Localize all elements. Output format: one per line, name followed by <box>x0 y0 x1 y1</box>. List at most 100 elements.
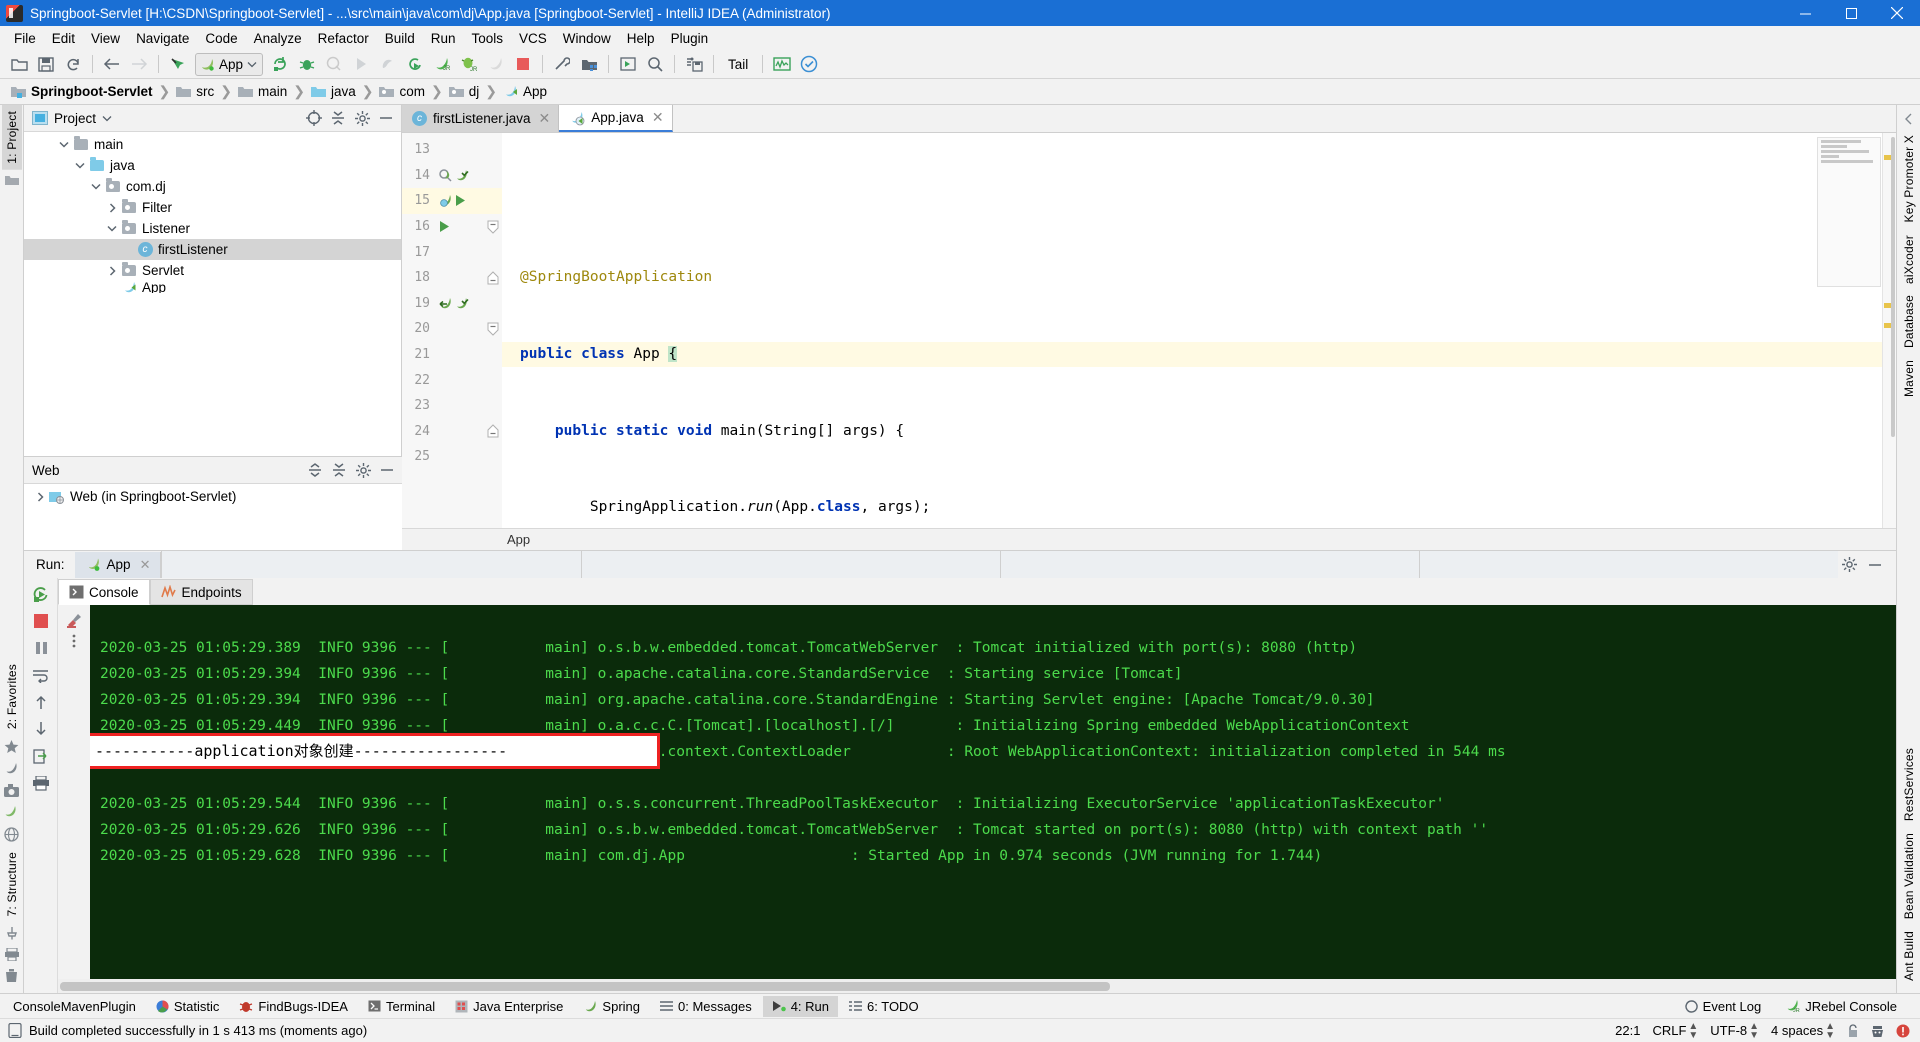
encoding-selector[interactable]: UTF-8 ▲ ▼ <box>1710 1021 1759 1040</box>
tree-item-filter[interactable]: Filter <box>24 197 401 218</box>
run-configuration-selector[interactable]: App <box>195 52 264 76</box>
open-project-icon[interactable] <box>6 52 32 76</box>
toolwindow-run[interactable]: 4: Run <box>762 995 839 1017</box>
menu-vcs[interactable]: VCS <box>511 29 555 48</box>
run-method-gutter-icon[interactable] <box>438 220 451 233</box>
tail-button[interactable]: Tail <box>720 57 756 72</box>
chevron-down-icon[interactable] <box>104 221 120 237</box>
settings-dots-icon[interactable] <box>71 633 77 650</box>
menu-view[interactable]: View <box>83 29 128 48</box>
collapse-all-icon[interactable] <box>327 108 349 128</box>
fold-marker-icon[interactable] <box>484 322 502 336</box>
lock-icon[interactable] <box>1847 1023 1859 1038</box>
chevron-down-icon[interactable] <box>72 158 88 174</box>
tree-item-app[interactable]: App <box>24 281 401 293</box>
editor-breadcrumb[interactable]: App <box>402 528 1896 550</box>
fold-marker-icon[interactable] <box>484 220 502 234</box>
code-text-area[interactable]: @SpringBootApplication public class App … <box>502 133 1882 528</box>
chevron-right-icon[interactable] <box>32 489 48 505</box>
maximize-button[interactable] <box>1828 0 1874 26</box>
menu-file[interactable]: File <box>6 29 44 48</box>
pin-icon[interactable] <box>5 926 19 940</box>
tree-item-main[interactable]: main <box>24 134 401 155</box>
chevron-down-icon[interactable] <box>88 179 104 195</box>
pause-button[interactable] <box>28 636 54 660</box>
scroll-from-source-icon[interactable] <box>303 108 325 128</box>
clear-all-icon[interactable] <box>66 611 83 628</box>
scrollbar-thumb[interactable] <box>60 982 1110 991</box>
tab-app-java[interactable]: App.java ✕ <box>559 105 673 132</box>
menu-code[interactable]: Code <box>197 29 245 48</box>
save-all-icon[interactable] <box>33 52 59 76</box>
jrebel-strip-icon[interactable] <box>4 762 19 776</box>
jrebel-debug-icon[interactable]: JR <box>456 52 482 76</box>
hide-panel-icon[interactable] <box>376 460 398 480</box>
sidebar-item-favorites[interactable]: 2: Favorites <box>2 658 22 735</box>
spring-bean-gutter-icon[interactable] <box>454 296 469 311</box>
undo-icon[interactable] <box>165 52 191 76</box>
breadcrumb-com[interactable]: com <box>376 83 428 100</box>
menu-navigate[interactable]: Navigate <box>128 29 197 48</box>
monitor-icon[interactable] <box>769 52 795 76</box>
sidebar-item-structure[interactable]: 7: Structure <box>2 846 22 922</box>
favorites-star-icon[interactable] <box>4 739 19 754</box>
panel-dropdown-icon[interactable] <box>102 115 112 122</box>
sync-icon[interactable] <box>60 52 86 76</box>
settings-icon[interactable] <box>549 52 575 76</box>
sidebar-item-maven[interactable]: Maven <box>1899 354 1919 403</box>
menu-window[interactable]: Window <box>555 29 619 48</box>
profile-icon[interactable] <box>375 52 401 76</box>
jrebel-disabled-icon[interactable] <box>483 52 509 76</box>
scroll-up-button[interactable] <box>28 690 54 714</box>
sidebar-item-ant-build[interactable]: Ant Build <box>1899 925 1919 987</box>
soft-wrap-button[interactable] <box>28 663 54 687</box>
tab-endpoints[interactable]: Endpoints <box>149 579 253 605</box>
camera-icon[interactable] <box>4 783 19 797</box>
menu-build[interactable]: Build <box>377 29 423 48</box>
fold-marker-icon[interactable] <box>484 424 502 438</box>
menu-refactor[interactable]: Refactor <box>310 29 377 48</box>
tree-item-web-module[interactable]: Web (in Springboot-Servlet) <box>24 486 402 507</box>
rerun-icon[interactable] <box>402 52 428 76</box>
editor-scrollbar[interactable] <box>1882 133 1896 528</box>
breadcrumb-java[interactable]: java <box>308 83 359 100</box>
hide-run-panel-icon[interactable] <box>1864 555 1886 575</box>
stop-button[interactable] <box>28 609 54 633</box>
error-icon[interactable] <box>1896 1024 1910 1038</box>
project-structure-strip-icon[interactable] <box>4 174 19 186</box>
bean-validation-strip-icon[interactable] <box>4 805 19 819</box>
breadcrumb-dj[interactable]: dj <box>446 83 483 100</box>
autowired-gutter-icon[interactable] <box>438 296 453 311</box>
menu-analyze[interactable]: Analyze <box>246 29 310 48</box>
menu-run[interactable]: Run <box>423 29 464 48</box>
delete-icon[interactable] <box>5 969 18 983</box>
chevron-down-icon[interactable] <box>56 137 72 153</box>
breadcrumb-project[interactable]: Springboot-Servlet <box>8 83 156 100</box>
run-config-tab[interactable]: App ✕ <box>74 551 162 578</box>
run-settings-gear-icon[interactable] <box>1838 555 1860 575</box>
run-icon[interactable] <box>348 52 374 76</box>
sidebar-item-project[interactable]: 1: Project <box>1 105 22 170</box>
tree-item-listener[interactable]: Listener <box>24 218 401 239</box>
web-tree[interactable]: Web (in Springboot-Servlet) <box>24 484 402 550</box>
deploy-icon[interactable] <box>681 52 707 76</box>
web-strip-icon[interactable] <box>4 826 19 842</box>
toolwindow-terminal[interactable]: Terminal <box>359 996 444 1017</box>
collapse-right-icon[interactable] <box>1903 113 1915 125</box>
breadcrumb-main[interactable]: main <box>235 83 290 100</box>
menu-edit[interactable]: Edit <box>44 29 83 48</box>
toolwindow-java-enterprise[interactable]: Java Enterprise <box>446 996 572 1017</box>
sidebar-item-database[interactable]: Database <box>1899 289 1919 354</box>
hide-panel-icon[interactable] <box>375 108 397 128</box>
close-icon[interactable]: ✕ <box>539 110 551 127</box>
menu-help[interactable]: Help <box>619 29 663 48</box>
toolwindow-jrebel-console[interactable]: JR JRebel Console <box>1776 996 1906 1017</box>
usage-search-gutter-icon[interactable] <box>438 168 453 183</box>
close-icon[interactable]: ✕ <box>140 557 151 573</box>
fold-marker-icon[interactable] <box>484 271 502 285</box>
sidebar-item-key-promoter-x[interactable]: Key Promoter X <box>1899 129 1919 229</box>
chevron-right-icon[interactable] <box>104 263 120 279</box>
close-icon[interactable]: ✕ <box>652 109 664 126</box>
indent-selector[interactable]: 4 spaces ▲ ▼ <box>1771 1021 1835 1040</box>
sidebar-item-restservices[interactable]: RestServices <box>1899 742 1919 827</box>
